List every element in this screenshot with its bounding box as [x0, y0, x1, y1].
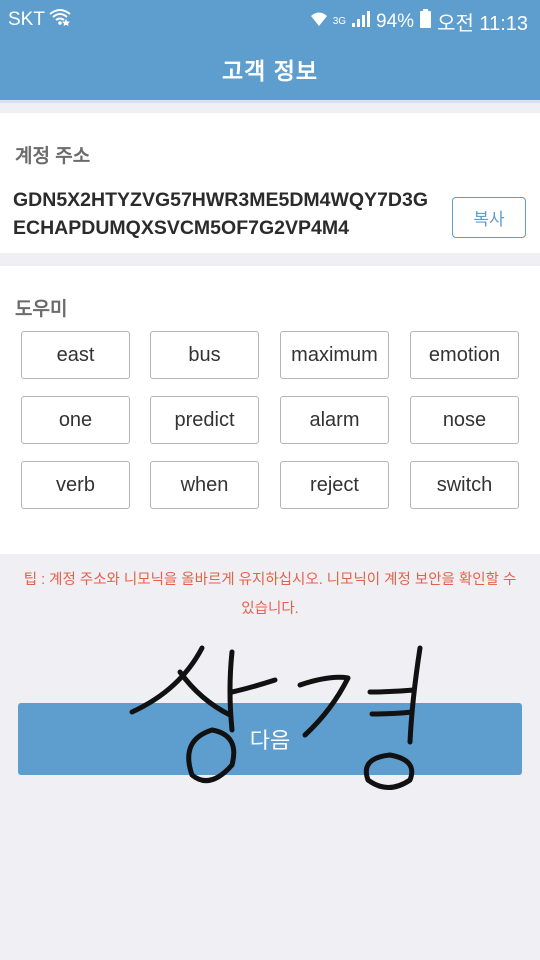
mnemonic-word[interactable]: maximum — [280, 331, 389, 379]
signature-stroke — [229, 677, 278, 695]
signature-stroke — [367, 687, 417, 695]
account-label: 계정 주소 — [15, 146, 91, 167]
app-header: 고객 정보 — [0, 37, 540, 103]
mnemonic-card: 도우미 east bus maximum emotion one predict… — [0, 266, 540, 554]
battery-icon — [420, 9, 432, 34]
status-bar: SKT 3G 94% 오전 11:13 — [0, 0, 540, 37]
wifi-icon — [310, 11, 327, 33]
mnemonic-word[interactable]: predict — [150, 396, 259, 444]
account-address: GDN5X2HTYZVG57HWR3ME5DM4WQY7D3GECHAPDUMQ… — [13, 189, 429, 239]
copy-button[interactable]: 복사 — [452, 197, 526, 238]
mnemonic-word[interactable]: alarm — [280, 396, 389, 444]
mnemonic-word[interactable]: one — [21, 396, 130, 444]
clock: 오전 11:13 — [437, 13, 528, 35]
signal-icon — [352, 10, 371, 33]
mnemonic-word[interactable]: reject — [280, 461, 389, 509]
tip-text: 팁 : 계정 주소와 니모닉을 올바르게 유지하십시오. 니모닉이 계정 보안을… — [23, 572, 517, 617]
battery-percent: 94% — [376, 10, 415, 32]
page-title: 고객 정보 — [221, 57, 319, 84]
mnemonic-label: 도우미 — [15, 299, 68, 320]
network-type: 3G — [332, 15, 347, 27]
mnemonic-word[interactable]: bus — [150, 331, 259, 379]
mnemonic-word[interactable]: switch — [410, 461, 519, 509]
wifi-calling-icon — [49, 8, 71, 32]
account-card: 계정 주소 GDN5X2HTYZVG57HWR3ME5DM4WQY7D3GECH… — [0, 113, 540, 253]
status-right: 3G 94% 오전 11:13 — [310, 7, 528, 36]
mnemonic-word[interactable]: verb — [21, 461, 130, 509]
carrier-label: SKT — [8, 9, 45, 30]
mnemonic-word[interactable]: nose — [410, 396, 519, 444]
next-button[interactable]: 다음 — [18, 703, 522, 775]
mnemonic-word[interactable]: east — [21, 331, 130, 379]
mnemonic-word[interactable]: emotion — [410, 331, 519, 379]
mnemonic-word[interactable]: when — [150, 461, 259, 509]
next-button-label: 다음 — [249, 728, 291, 753]
status-left: SKT — [8, 8, 71, 32]
